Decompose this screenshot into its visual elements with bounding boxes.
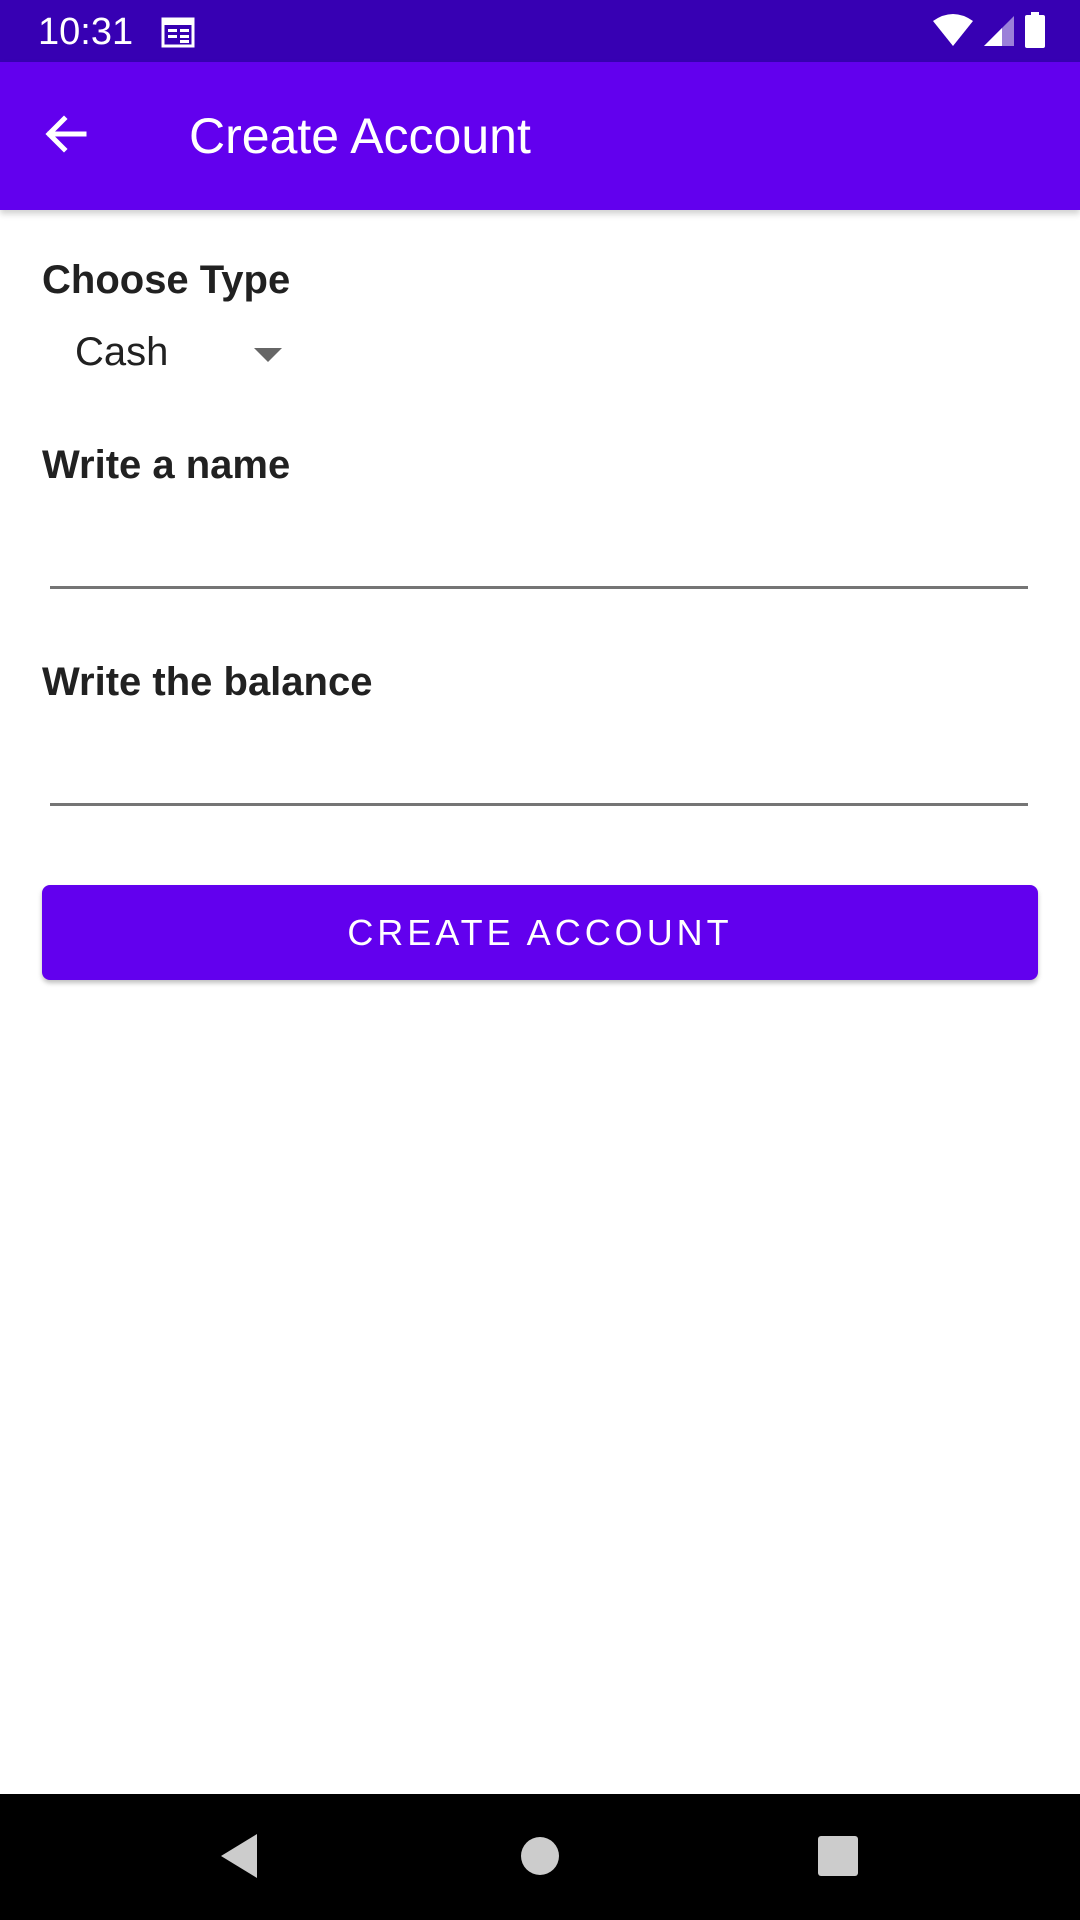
page-title: Create Account (189, 108, 531, 164)
wifi-icon (932, 13, 974, 52)
status-bar: 10:31 (0, 0, 1080, 62)
create-account-screen: 10:31 Create Account Choose Type Cash Wr… (0, 0, 1080, 1920)
account-type-value: Cash (75, 330, 169, 374)
signal-icon (982, 13, 1016, 52)
navigation-bar (0, 1794, 1080, 1920)
nav-recents-button[interactable] (812, 1832, 864, 1884)
status-time: 10:31 (38, 11, 134, 53)
nav-home-icon (520, 1836, 560, 1881)
battery-icon (1024, 11, 1046, 53)
nav-home-button[interactable] (514, 1832, 566, 1884)
name-label: Write a name (42, 443, 291, 487)
name-input[interactable] (50, 509, 1028, 589)
nav-back-icon (217, 1831, 261, 1886)
account-type-dropdown[interactable]: Cash (42, 318, 302, 390)
balance-input[interactable] (50, 726, 1028, 806)
status-icons (932, 11, 1046, 53)
balance-label: Write the balance (42, 660, 373, 704)
nav-recents-icon (817, 1835, 859, 1882)
arrow-back-icon (42, 110, 90, 163)
type-label: Choose Type (42, 258, 291, 302)
nav-back-button[interactable] (213, 1832, 265, 1884)
calendar-icon (160, 15, 196, 49)
create-account-button[interactable]: CREATE ACCOUNT (42, 885, 1038, 980)
dropdown-arrow-icon (254, 348, 282, 362)
back-button[interactable] (34, 104, 98, 168)
app-bar: Create Account (0, 62, 1080, 210)
